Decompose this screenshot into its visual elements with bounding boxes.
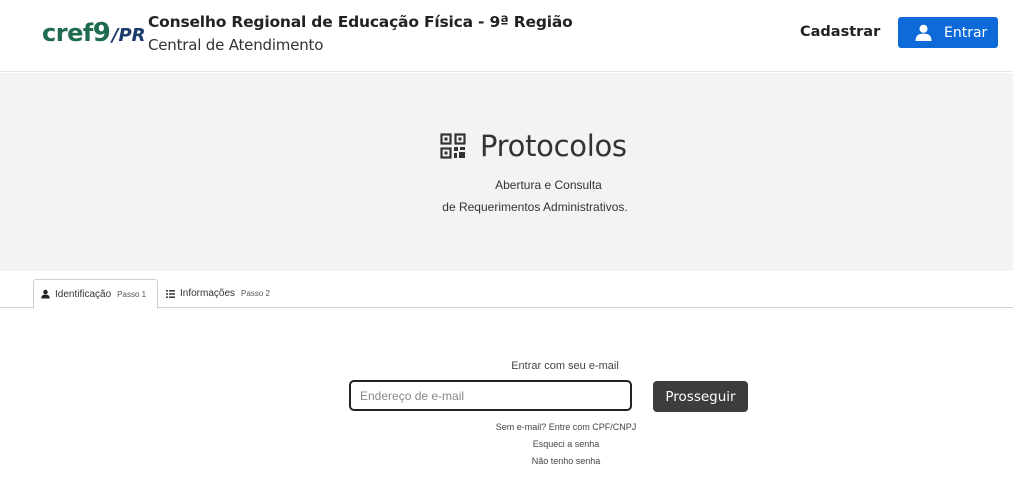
logo-number: 9 (92, 18, 111, 48)
login-label: Entrar (944, 24, 988, 41)
no-password-link[interactable]: Não tenho senha (0, 456, 1013, 466)
forgot-password-link[interactable]: Esqueci a senha (0, 439, 1013, 449)
tab-informacoes-step: Passo 2 (241, 289, 270, 298)
logo-cref-text: cref (42, 19, 93, 47)
hero-description-line1: Abertura e Consulta (495, 178, 602, 192)
org-name: Conselho Regional de Educação Física - 9… (148, 13, 573, 31)
org-subtitle: Central de Atendimento (148, 36, 324, 54)
cref-logo[interactable]: cref 9 /PR (42, 18, 146, 48)
login-with-cpf-link[interactable]: Sem e-mail? Entre com CPF/CNPJ (0, 422, 1013, 432)
email-field[interactable] (349, 380, 632, 411)
hero-title-text: Protocolos (480, 129, 627, 163)
tab-identificacao-label: Identificação (55, 288, 112, 300)
tab-identificacao[interactable]: Identificação Passo 1 (33, 279, 158, 309)
step-tabs: Identificação Passo 1 Informações Passo … (0, 279, 1013, 309)
hero-banner: Protocolos Abertura e Consulta de Requer… (0, 73, 1013, 271)
register-link[interactable]: Cadastrar (800, 24, 880, 40)
tab-informacoes-label: Informações (180, 288, 236, 299)
user-icon (41, 289, 50, 299)
logo-uf: /PR (111, 25, 146, 46)
list-icon (166, 289, 175, 298)
proceed-button[interactable]: Prosseguir (653, 381, 748, 412)
email-form-label: Entrar com seu e-mail (511, 360, 619, 372)
qr-code-icon (440, 133, 466, 159)
login-button[interactable]: Entrar (898, 17, 998, 48)
site-header: cref 9 /PR Conselho Regional de Educação… (0, 0, 1013, 72)
tab-informacoes[interactable]: Informações Passo 2 (166, 279, 270, 308)
org-title-block: Conselho Regional de Educação Física - 9… (148, 13, 573, 54)
hero-description-line2: de Requerimentos Administrativos. (442, 200, 628, 214)
user-icon (915, 24, 932, 41)
hero-title: Protocolos (440, 129, 627, 163)
tab-identificacao-step: Passo 1 (117, 289, 147, 299)
